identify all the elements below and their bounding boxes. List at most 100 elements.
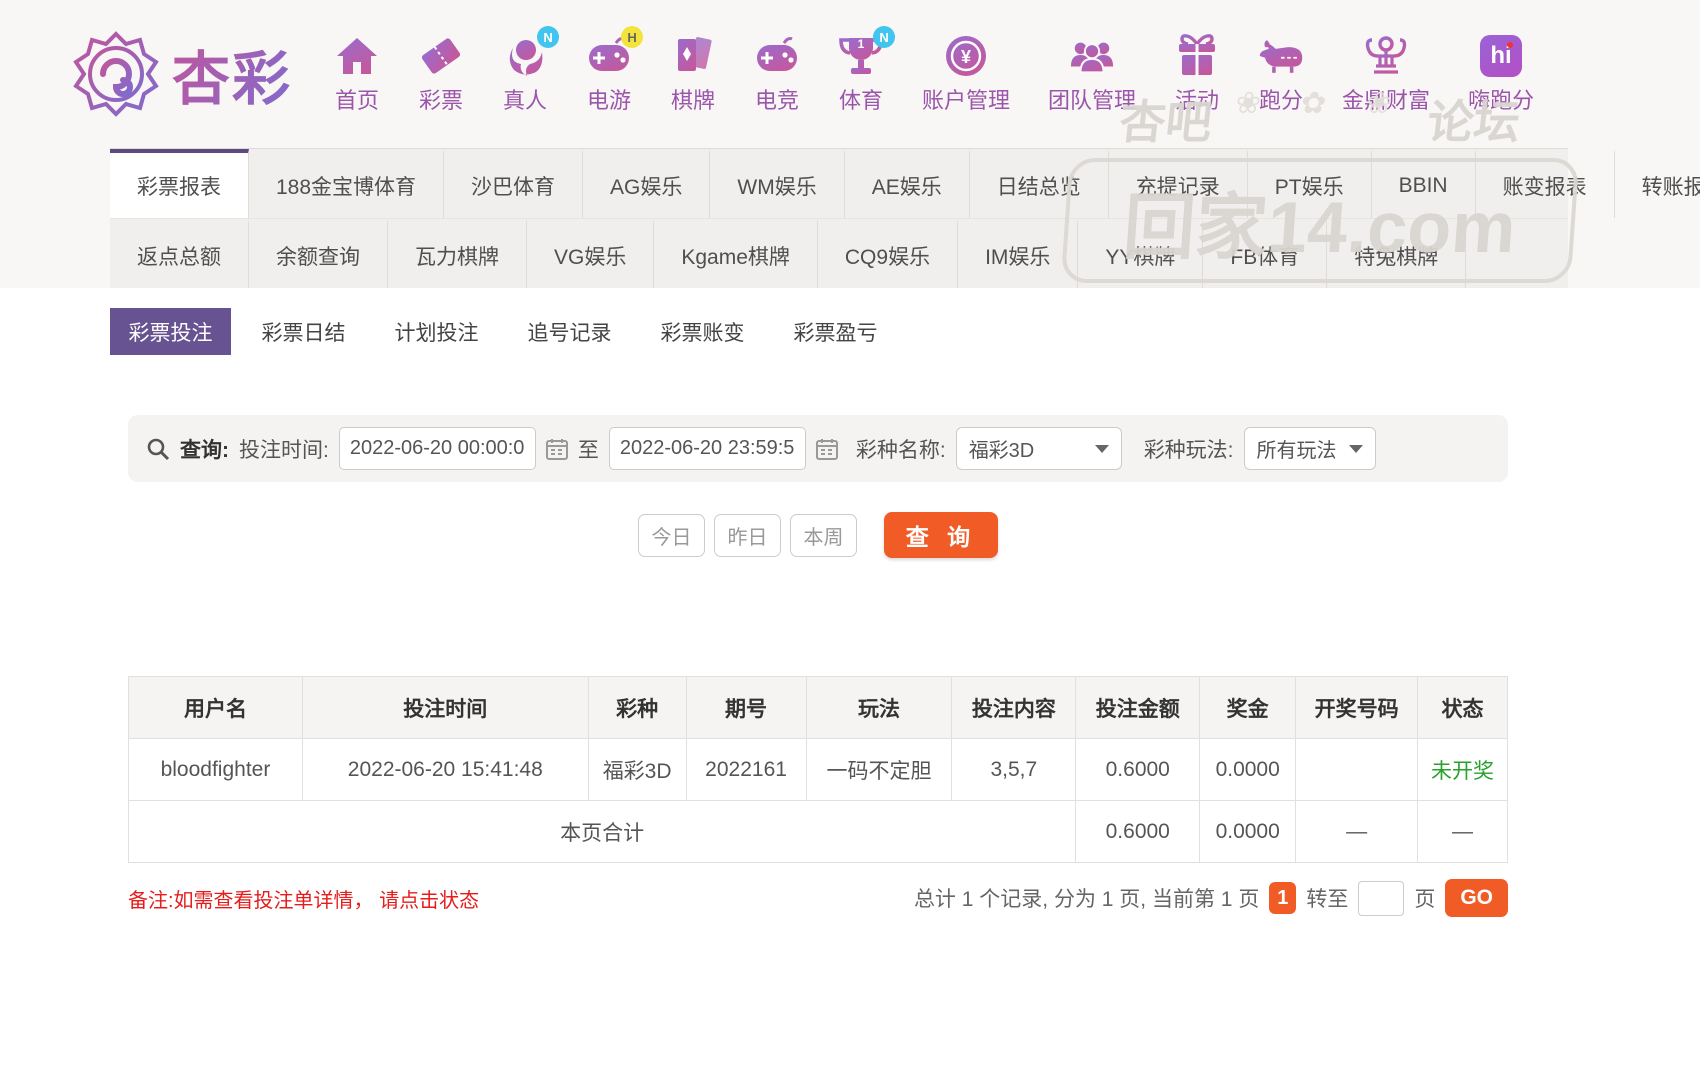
trophy-icon: 1 N [838, 33, 884, 79]
tab-188-sports[interactable]: 188金宝博体育 [249, 149, 444, 218]
nav-item-paofen[interactable]: 跑分 [1258, 33, 1304, 115]
col-prize: 奖金 [1200, 677, 1296, 739]
nav-item-account-management[interactable]: ¥ 账户管理 [922, 33, 1010, 115]
tab-vg[interactable]: VG娱乐 [527, 219, 654, 288]
query-button[interactable]: 查 询 [884, 512, 998, 558]
brand-flower-icon [72, 30, 160, 118]
subtab-lottery-profit-loss[interactable]: 彩票盈亏 [775, 308, 896, 355]
team-icon [1069, 33, 1115, 79]
chevron-down-icon [1095, 445, 1109, 453]
main-nav: 首页 彩票 N 真人 H 电游 棋牌 [334, 33, 1534, 115]
bet-time-label: 投注时间: [239, 434, 329, 464]
nav-item-egames[interactable]: H 电游 [586, 33, 632, 115]
tab-account-change-report[interactable]: 账变报表 [1476, 149, 1615, 218]
subtab-plan-bets[interactable]: 计划投注 [376, 308, 497, 355]
nav-item-lottery[interactable]: 彩票 [418, 33, 464, 115]
nav-item-team-management[interactable]: 团队管理 [1048, 33, 1136, 115]
tab-cq9[interactable]: CQ9娱乐 [818, 219, 958, 288]
play-type-select[interactable]: 所有玩法 [1244, 427, 1376, 470]
lottery-name-select[interactable]: 福彩3D [956, 427, 1122, 470]
chevron-down-icon [1349, 445, 1363, 453]
lottery-name-label: 彩种名称: [856, 434, 946, 464]
table-header-row: 用户名 投注时间 彩种 期号 玩法 投注内容 投注金额 奖金 开奖号码 状态 [129, 677, 1508, 739]
brand-logo[interactable]: 杏彩 [72, 30, 292, 118]
report-tabs: 彩票报表 188金宝博体育 沙巴体育 AG娱乐 WM娱乐 AE娱乐 日结总览 充… [110, 148, 1568, 288]
cell-status-pending[interactable]: 未开奖 [1418, 739, 1508, 801]
rhino-icon [1258, 33, 1304, 79]
go-button[interactable]: GO [1445, 879, 1508, 917]
coin-yen-icon: ¥ [943, 33, 989, 79]
tab-pt[interactable]: PT娱乐 [1248, 149, 1372, 218]
tab-daily-overview[interactable]: 日结总览 [970, 149, 1109, 218]
tab-transfer-report[interactable]: 转账报表 [1615, 149, 1700, 218]
bet-time-from-input[interactable] [339, 427, 536, 470]
tab-bbin[interactable]: BBIN [1372, 149, 1476, 218]
subtab-lottery-account-change[interactable]: 彩票账变 [642, 308, 763, 355]
gamepad-icon [754, 33, 800, 79]
cell-bet-content: 3,5,7 [952, 739, 1076, 801]
tab-im[interactable]: IM娱乐 [958, 219, 1078, 288]
subtab-lottery-daily[interactable]: 彩票日结 [243, 308, 364, 355]
col-draw-number: 开奖号码 [1296, 677, 1418, 739]
tab-wm[interactable]: WM娱乐 [710, 149, 844, 218]
tab-wali-boardgames[interactable]: 瓦力棋牌 [388, 219, 527, 288]
cell-draw-number [1296, 739, 1418, 801]
top-header: 杏彩 首页 彩票 N 真人 H 电游 [0, 0, 1700, 148]
nav-item-esports[interactable]: 电竞 [754, 33, 800, 115]
table-footer: 备注:如需查看投注单详情， 请点击状态 总计 1 个记录, 分为 1 页, 当前… [128, 879, 1508, 917]
tab-yy-boardgames[interactable]: YY棋牌 [1078, 219, 1203, 288]
tab-row-1: 彩票报表 188金宝博体育 沙巴体育 AG娱乐 WM娱乐 AE娱乐 日结总览 充… [110, 148, 1568, 218]
home-icon [334, 33, 380, 79]
table-row: bloodfighter 2022-06-20 15:41:48 福彩3D 20… [129, 739, 1508, 801]
cell-username: bloodfighter [129, 739, 303, 801]
subtab-chase-records[interactable]: 追号记录 [509, 308, 630, 355]
nav-item-hi-paofen[interactable]: hi 嗨跑分 [1468, 33, 1534, 115]
goto-page-input[interactable] [1358, 881, 1404, 916]
brand-name: 杏彩 [172, 32, 292, 116]
col-status: 状态 [1418, 677, 1508, 739]
calendar-icon[interactable] [816, 438, 838, 460]
tab-balance-query[interactable]: 余额查询 [249, 219, 388, 288]
nav-item-jinding-wealth[interactable]: 金鼎财富 [1342, 33, 1430, 115]
tab-ag[interactable]: AG娱乐 [583, 149, 710, 218]
cell-bet-time: 2022-06-20 15:41:48 [302, 739, 588, 801]
lottery-subtabs: 彩票投注 彩票日结 计划投注 追号记录 彩票账变 彩票盈亏 [110, 308, 1700, 355]
hi-app-icon: hi [1478, 33, 1524, 79]
nav-item-sports[interactable]: 1 N 体育 [838, 33, 884, 115]
bet-time-to-input[interactable] [609, 427, 806, 470]
summary-prize: 0.0000 [1200, 801, 1296, 863]
page-unit-label: 页 [1414, 883, 1435, 913]
this-week-button[interactable]: 本周 [790, 514, 857, 557]
calendar-icon[interactable] [546, 438, 568, 460]
tab-kgame[interactable]: Kgame棋牌 [654, 219, 818, 288]
today-button[interactable]: 今日 [638, 514, 705, 557]
tab-deposit-withdraw[interactable]: 充提记录 [1109, 149, 1248, 218]
tab-saba-sports[interactable]: 沙巴体育 [444, 149, 583, 218]
main-content: 彩票投注 彩票日结 计划投注 追号记录 彩票账变 彩票盈亏 查询: 投注时间: … [0, 288, 1700, 1070]
nav-item-live[interactable]: N 真人 [502, 33, 548, 115]
summary-bet-amount: 0.6000 [1076, 801, 1200, 863]
goto-label: 转至 [1306, 883, 1348, 913]
subtab-lottery-bets[interactable]: 彩票投注 [110, 308, 231, 355]
col-play: 玩法 [806, 677, 952, 739]
nav-item-promotions[interactable]: 活动 [1174, 33, 1220, 115]
tab-tetu-boardgames[interactable]: 特兔棋牌 [1327, 219, 1466, 288]
tab-fb-sports[interactable]: FB体育 [1203, 219, 1327, 288]
tab-ae[interactable]: AE娱乐 [845, 149, 970, 218]
yesterday-button[interactable]: 昨日 [714, 514, 781, 557]
badge-n: N [873, 26, 895, 48]
cell-issue: 2022161 [686, 739, 806, 801]
col-bet-content: 投注内容 [952, 677, 1076, 739]
quick-date-buttons: 今日 昨日 本周 查 询 [0, 512, 1636, 558]
page-1-button[interactable]: 1 [1269, 882, 1296, 914]
summary-label: 本页合计 [129, 801, 1076, 863]
tab-lottery-report[interactable]: 彩票报表 [110, 149, 249, 218]
table-summary-row: 本页合计 0.6000 0.0000 — — [129, 801, 1508, 863]
nav-item-boardgames[interactable]: 棋牌 [670, 33, 716, 115]
query-label: 查询: [180, 434, 229, 464]
col-bet-amount: 投注金额 [1076, 677, 1200, 739]
summary-status: — [1418, 801, 1508, 863]
nav-item-home[interactable]: 首页 [334, 33, 380, 115]
tab-rebate-total[interactable]: 返点总额 [110, 219, 249, 288]
note-text: 备注:如需查看投注单详情， 请点击状态 [128, 884, 479, 913]
